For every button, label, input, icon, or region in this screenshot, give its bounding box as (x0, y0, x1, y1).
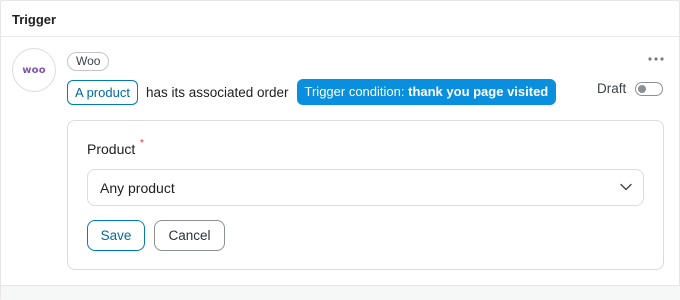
cancel-button[interactable]: Cancel (154, 220, 225, 251)
required-mark: * (140, 138, 144, 149)
chevron-down-icon (620, 183, 632, 191)
woo-logo: woo (12, 48, 56, 92)
product-select[interactable]: Any product (87, 169, 644, 206)
trigger-sentence-text: has its associated order (145, 84, 289, 100)
condition-label: Trigger condition: (304, 84, 405, 99)
trigger-condition-token[interactable]: Trigger condition: thank you page visite… (296, 79, 557, 105)
condition-value: thank you page visited (408, 84, 549, 99)
toggle-knob (638, 85, 646, 93)
product-select-value: Any product (100, 180, 175, 196)
save-button[interactable]: Save (87, 220, 145, 251)
trigger-sentence: A product has its associated order Trigg… (67, 79, 557, 105)
more-horizontal-icon[interactable] (647, 53, 665, 65)
trigger-panel: Trigger woo Woo A product has its associ… (0, 0, 680, 300)
product-field-label: Product (87, 141, 136, 157)
product-token[interactable]: A product (67, 79, 138, 105)
trigger-settings-card: Product * Any product Save Cancel (67, 120, 664, 270)
footer-strip (1, 285, 680, 300)
header-divider (1, 36, 680, 37)
panel-title: Trigger (12, 12, 57, 27)
woo-logo-text: woo (22, 64, 46, 76)
live-toggle[interactable] (635, 82, 663, 96)
status-label: Draft (597, 81, 627, 96)
integration-tag: Woo (67, 52, 110, 71)
